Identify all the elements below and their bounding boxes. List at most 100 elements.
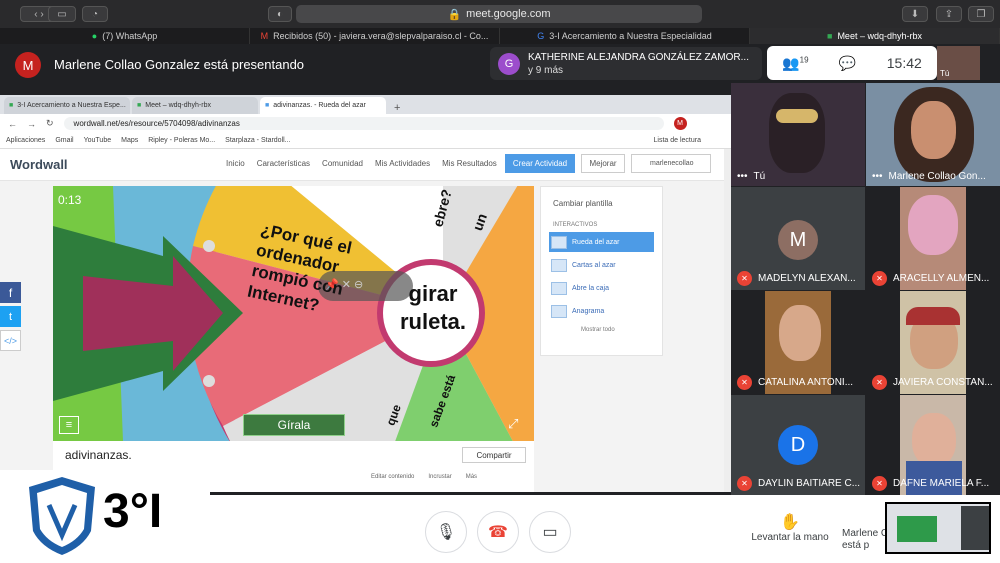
chrome-tab[interactable]: ■ Meet – wdq-dhyh-rbx [132,97,258,114]
chrome-profile-avatar[interactable]: M [673,117,687,130]
chat-icon[interactable]: 💬 [839,55,856,72]
chrome-tab[interactable]: ■ 3-I Acercamiento a Nuestra Espe... [4,97,130,114]
participant-tile[interactable]: ✕ JAVIERA CONSTAN... [866,291,1000,394]
user-menu[interactable]: marlenecollao [631,154,711,173]
participant-tile[interactable]: ••• Marlene Collao Gon... [866,83,1000,186]
chrome-tab-bar: ■ 3-I Acercamiento a Nuestra Espe... ■ Mee… [0,95,731,114]
safari-tab[interactable]: ● (7) WhatsApp [0,28,250,44]
embed-link[interactable]: Incrustar [428,474,451,480]
reload-icon[interactable]: ↻ [46,118,54,129]
template-panel: Cambiar plantilla INTERACTIVOS Rueda del… [540,186,663,356]
nav-caracteristicas[interactable]: Características [257,159,310,168]
participant-tile[interactable]: ✕ CATALINA ANTONI... [731,291,865,394]
fullscreen-icon[interactable]: ⤢ [508,416,518,432]
wordwall-logo[interactable]: Wordwall [10,157,68,172]
history-icon[interactable]: ◔ [82,6,108,22]
upgrade-button[interactable]: Mejorar [581,154,625,173]
participant-avatar: D [778,425,818,465]
chrome-tab-active[interactable]: ■ adivinanzas. - Rueda del azar [260,97,386,114]
nav-mis-actividades[interactable]: Mis Actividades [375,159,430,168]
people-button[interactable]: 👥19 [782,55,808,72]
wordwall-header: Wordwall Inicio Características Comunida… [0,149,724,181]
notification-avatar: G [498,52,520,75]
facebook-icon[interactable]: f [0,282,21,303]
participant-tile[interactable]: ••• Tú [731,83,865,186]
spin-button[interactable]: Gírala [243,414,345,436]
class-label: 3°I [103,485,163,538]
safari-tab-active[interactable]: ■ Meet – wdq-dhyh-rbx [750,28,1000,44]
participant-name: DAYLIN BAITIARE C... [758,478,861,489]
raise-hand-button[interactable]: ✋ Levantar la mano [745,512,835,543]
template-caja[interactable]: Abre la caja [549,278,654,298]
mic-off-icon: ✕ [872,375,887,390]
mic-off-icon: ✕ [872,271,887,286]
leave-call-button[interactable]: ☎ [477,511,519,553]
template-cartas[interactable]: Cartas al azar [549,255,654,275]
meet-icon: ■ [827,31,833,41]
self-thumbnail[interactable]: Tú [937,46,980,80]
participant-name: CATALINA ANTONI... [758,377,854,388]
wheel-center-text[interactable]: girar ruleta. [391,280,475,336]
participant-name: MADELYN ALEXAN... [758,273,856,284]
back-icon[interactable]: ← [8,119,17,129]
classroom-icon: ■ [9,102,14,109]
privacy-icon[interactable]: ◐ [268,6,292,22]
bookmark[interactable]: Maps [121,137,138,144]
google-icon: G [537,31,545,41]
address-bar[interactable]: 🔒 meet.google.com [296,5,702,23]
wheel-icon [551,235,567,249]
safari-tab[interactable]: M Recibidos (50) - javiera.vera@slepvalpa… [250,28,500,44]
mask-graphic [776,109,818,123]
safari-tab-bar: ● (7) WhatsApp M Recibidos (50) - javiera.… [0,28,1000,44]
download-icon[interactable]: ⬇ [902,6,928,22]
gmail-icon: M [260,31,269,41]
menu-icon[interactable]: ≡ [59,416,79,434]
pin-icon[interactable]: 📌 ✕ ⊖ [325,278,363,291]
sidebar-icon[interactable]: ▭ [48,6,76,22]
bookmark[interactable]: Gmail [55,137,73,144]
share-icon[interactable]: ⇪ [936,6,962,22]
nav-inicio[interactable]: Inicio [226,159,245,168]
bookmark[interactable]: Ripley - Poleras Mo... [148,137,215,144]
safari-tab[interactable]: G 3-I Acercamiento a Nuestra Especialidad [500,28,750,44]
school-logo-area: 3°I [0,470,210,563]
tabs-icon[interactable]: ❐ [968,6,994,22]
mic-off-icon: ✕ [737,476,752,491]
twitter-icon[interactable]: t [0,306,21,327]
nav-comunidad[interactable]: Comunidad [322,159,363,168]
bookmark[interactable]: Aplicaciones [6,137,45,144]
template-anagrama[interactable]: Anagrama [549,301,654,321]
speaking-indicator: ••• [872,171,883,182]
bookmarks-bar: Aplicaciones Gmail YouTube Maps Ripley -… [0,133,731,149]
scrollbar[interactable] [724,149,731,492]
participant-tile[interactable]: ✕ DAFNE MARIELA F... [866,395,1000,495]
mic-button[interactable]: 🎙 [425,511,467,553]
nav-mis-resultados[interactable]: Mis Resultados [442,159,497,168]
chrome-address-row: ← → ↻ wordwall.net/es/resource/5704098/adi… [0,114,731,133]
participant-tile[interactable]: ✕ ARACELLY ALMEN... [866,187,1000,290]
create-activity-button[interactable]: Crear Actividad [505,154,575,173]
presenting-text: Marlene Collao Gonzalez está presentando [54,57,305,72]
participant-name: Tú [753,171,766,182]
camera-button[interactable]: ▭ [529,511,571,553]
participant-tile[interactable]: D ✕ DAYLIN BAITIARE C... [731,395,865,495]
template-rueda[interactable]: Rueda del azar [549,232,654,252]
bookmark[interactable]: Starplaza - Stardoll... [225,137,290,144]
camera-icon: ▭ [542,524,558,541]
participant-tile[interactable]: M ✕ MADELYN ALEXAN... [731,187,865,290]
wheel-game[interactable]: 0:13 ¿Por qué el ordenador rompió con In… [53,186,534,441]
new-tab-icon[interactable]: + [388,102,406,114]
embed-icon[interactable]: </> [0,330,21,351]
speaking-indicator: ••• [737,171,748,182]
edit-content-link[interactable]: Editar contenido [371,474,414,480]
presentation-thumbnail[interactable] [885,502,991,554]
show-all-link[interactable]: Mostrar todo [581,327,662,333]
bookmark[interactable]: YouTube [84,137,112,144]
share-button[interactable]: Compartir [462,447,526,463]
forward-icon[interactable]: → [27,119,36,129]
more-link[interactable]: Más [466,474,477,480]
reading-list[interactable]: Lista de lectura [654,137,701,144]
chrome-url[interactable]: wordwall.net/es/resource/5704098/adivina… [63,117,664,130]
hand-icon: ✋ [780,514,800,531]
join-notification: G KATHERINE ALEJANDRA GONZÁLEZ ZAMOR... … [490,47,762,80]
